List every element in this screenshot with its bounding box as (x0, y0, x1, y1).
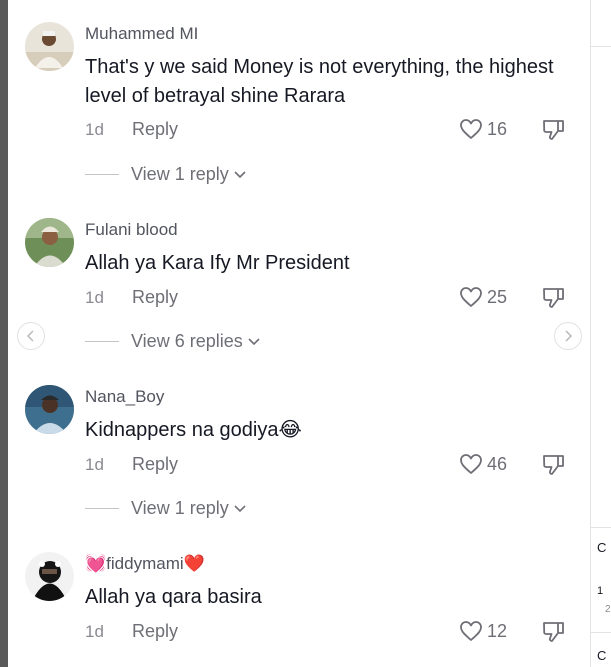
like-button[interactable]: 46 (459, 453, 507, 475)
like-count: 12 (487, 620, 508, 641)
thumbs-down-icon (543, 120, 564, 140)
like-button[interactable]: 25 (459, 286, 507, 308)
panel-glyph: C (597, 540, 607, 555)
heart-emoji: ❤️ (183, 554, 205, 573)
comment-text: Allah ya qara basira (85, 586, 262, 608)
reply-thread-line (85, 341, 119, 342)
comment-text: Allah ya Kara Ify Mr President (85, 252, 350, 274)
view-replies-label: View 1 reply (131, 498, 229, 518)
dislike-button[interactable] (541, 118, 567, 147)
thumbs-down-icon (543, 455, 564, 475)
reply-button[interactable]: Reply (132, 454, 178, 475)
comment-username[interactable]: 💓fiddymami❤️ (85, 554, 205, 574)
chevron-left-icon (26, 330, 34, 342)
left-edge-strip (0, 0, 8, 667)
panel-separator (591, 527, 611, 528)
dislike-button[interactable] (541, 620, 567, 649)
like-count: 16 (487, 118, 508, 139)
avatar[interactable] (25, 22, 74, 71)
comment-time: 1d (85, 455, 104, 474)
next-arrow-button[interactable] (554, 322, 582, 350)
reply-button[interactable]: Reply (132, 621, 178, 642)
chevron-right-icon (565, 330, 573, 342)
dislike-button[interactable] (541, 453, 567, 482)
comment-text-body: Kidnappers na godiya (85, 419, 279, 441)
view-replies-button[interactable]: View 1 reply (85, 498, 247, 519)
avatar[interactable] (25, 218, 74, 267)
reply-button[interactable]: Reply (132, 287, 178, 308)
comment-time: 1d (85, 622, 104, 641)
panel-separator (591, 46, 611, 47)
view-replies-label: View 1 reply (131, 164, 229, 184)
prev-arrow-button[interactable] (17, 322, 45, 350)
username-text: fiddymami (106, 554, 184, 573)
heart-outline-icon (460, 454, 482, 474)
view-replies-button[interactable]: View 6 replies (85, 331, 261, 352)
heart-outline-icon (460, 621, 482, 641)
comment-username[interactable]: Muhammed MI (85, 24, 198, 44)
comment-username[interactable]: Nana_Boy (85, 387, 164, 407)
heart-emoji: 💓 (85, 554, 107, 573)
like-count: 46 (487, 453, 508, 474)
reply-button[interactable]: Reply (132, 119, 178, 140)
panel-small-text: 2 (605, 604, 611, 615)
right-side-panel: C 1 2 C (591, 0, 611, 667)
avatar[interactable] (25, 385, 74, 434)
laughing-emoji: 😂 (278, 419, 302, 441)
comment-time: 1d (85, 288, 104, 307)
like-button[interactable]: 16 (459, 118, 507, 140)
comment-username[interactable]: Fulani blood (85, 220, 178, 240)
panel-separator (591, 632, 611, 633)
avatar[interactable] (25, 552, 74, 601)
panel-number: 1 (597, 585, 604, 597)
panel-glyph: C (597, 648, 607, 663)
like-button[interactable]: 12 (459, 620, 507, 642)
like-count: 25 (487, 286, 508, 307)
chevron-down-icon (248, 337, 260, 345)
reply-thread-line (85, 174, 119, 175)
heart-outline-icon (460, 119, 482, 139)
comment-time: 1d (85, 120, 104, 139)
thumbs-down-icon (543, 622, 564, 642)
thumbs-down-icon (543, 288, 564, 308)
reply-thread-line (85, 508, 119, 509)
chevron-down-icon (234, 504, 246, 512)
comment-text: That's y we said Money is not everything… (85, 56, 554, 107)
heart-outline-icon (460, 287, 482, 307)
dislike-button[interactable] (541, 286, 567, 315)
view-replies-button[interactable]: View 1 reply (85, 164, 247, 185)
comment-text: Kidnappers na godiya😂 (85, 416, 555, 445)
chevron-down-icon (234, 170, 246, 178)
view-replies-label: View 6 replies (131, 331, 243, 351)
